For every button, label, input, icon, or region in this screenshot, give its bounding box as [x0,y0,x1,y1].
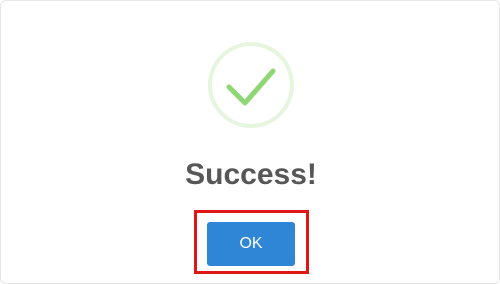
ok-button[interactable]: OK [207,222,295,266]
success-dialog: Success! OK [0,0,500,284]
dialog-title: Success! [185,158,317,191]
success-checkmark-icon [207,41,295,129]
